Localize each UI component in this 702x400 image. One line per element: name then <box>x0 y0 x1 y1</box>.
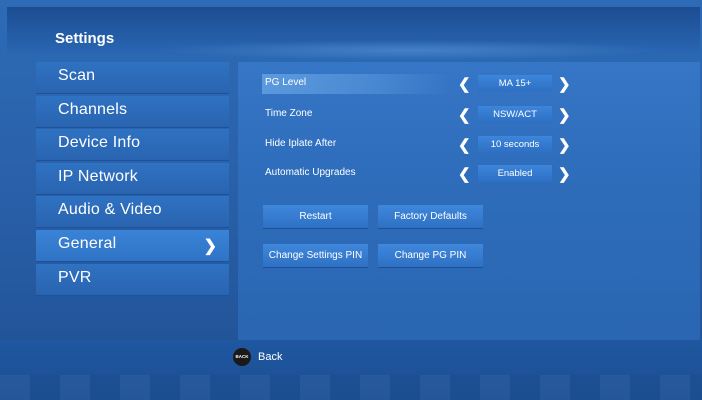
setting-row-time-zone[interactable]: Time Zone ❮ NSW/ACT ❯ <box>262 105 682 125</box>
setting-row-hide-iplate[interactable]: Hide Iplate After ❮ 10 seconds ❯ <box>262 135 682 155</box>
chevron-left-icon[interactable]: ❮ <box>458 165 471 183</box>
setting-label: Hide Iplate After <box>265 138 337 149</box>
factory-defaults-button[interactable]: Factory Defaults <box>378 205 483 228</box>
settings-panel: PG Level ❮ MA 15+ ❯ Time Zone ❮ NSW/ACT … <box>238 62 700 340</box>
change-settings-pin-button[interactable]: Change Settings PIN <box>263 244 368 267</box>
sidebar-item-audio-video[interactable]: Audio & Video <box>36 196 229 229</box>
setting-row-pg-level[interactable]: PG Level ❮ MA 15+ ❯ <box>262 74 682 94</box>
chevron-left-icon[interactable]: ❮ <box>458 106 471 124</box>
chevron-left-icon[interactable]: ❮ <box>458 136 471 154</box>
sidebar-item-label: PVR <box>58 268 92 286</box>
chevron-right-icon[interactable]: ❯ <box>558 106 571 124</box>
setting-label: Time Zone <box>265 108 313 119</box>
setting-value: NSW/ACT <box>478 106 552 123</box>
setting-label: PG Level <box>265 77 307 88</box>
chevron-right-icon[interactable]: ❯ <box>558 136 571 154</box>
chevron-left-icon[interactable]: ❮ <box>458 75 471 93</box>
restart-button[interactable]: Restart <box>263 205 368 228</box>
chevron-right-icon: ❯ <box>203 237 217 255</box>
sidebar-item-label: General <box>58 234 117 252</box>
sidebar-item-label: Device Info <box>58 134 141 152</box>
chevron-right-icon[interactable]: ❯ <box>558 75 571 93</box>
sidebar-item-ip-network[interactable]: IP Network <box>36 162 229 195</box>
sidebar-item-general[interactable]: General ❯ <box>36 229 229 262</box>
chevron-right-icon[interactable]: ❯ <box>558 165 571 183</box>
back-label: Back <box>258 351 283 363</box>
sidebar-item-label: Audio & Video <box>58 201 162 219</box>
change-pg-pin-button[interactable]: Change PG PIN <box>378 244 483 267</box>
setting-value: Enabled <box>478 165 552 182</box>
sidebar-item-label: Channels <box>58 100 128 118</box>
settings-screen: Settings Scan Channels Device Info IP Ne… <box>0 0 702 400</box>
sidebar: Scan Channels Device Info IP Network Aud… <box>36 62 229 297</box>
setting-value: MA 15+ <box>478 75 552 92</box>
header-glow <box>150 40 670 60</box>
sidebar-item-scan[interactable]: Scan <box>36 62 229 94</box>
back-icon: BACK <box>233 348 251 366</box>
sidebar-item-pvr[interactable]: PVR <box>36 263 229 296</box>
sidebar-item-channels[interactable]: Channels <box>36 95 229 128</box>
setting-label: Automatic Upgrades <box>265 167 356 178</box>
setting-value: 10 seconds <box>478 136 552 153</box>
page-title: Settings <box>55 30 115 47</box>
bottom-decoration <box>0 375 702 400</box>
setting-row-automatic-upgrades[interactable]: Automatic Upgrades ❮ Enabled ❯ <box>262 164 682 184</box>
sidebar-item-label: Scan <box>58 67 96 84</box>
sidebar-item-device-info[interactable]: Device Info <box>36 129 229 162</box>
sidebar-item-label: IP Network <box>58 167 138 185</box>
